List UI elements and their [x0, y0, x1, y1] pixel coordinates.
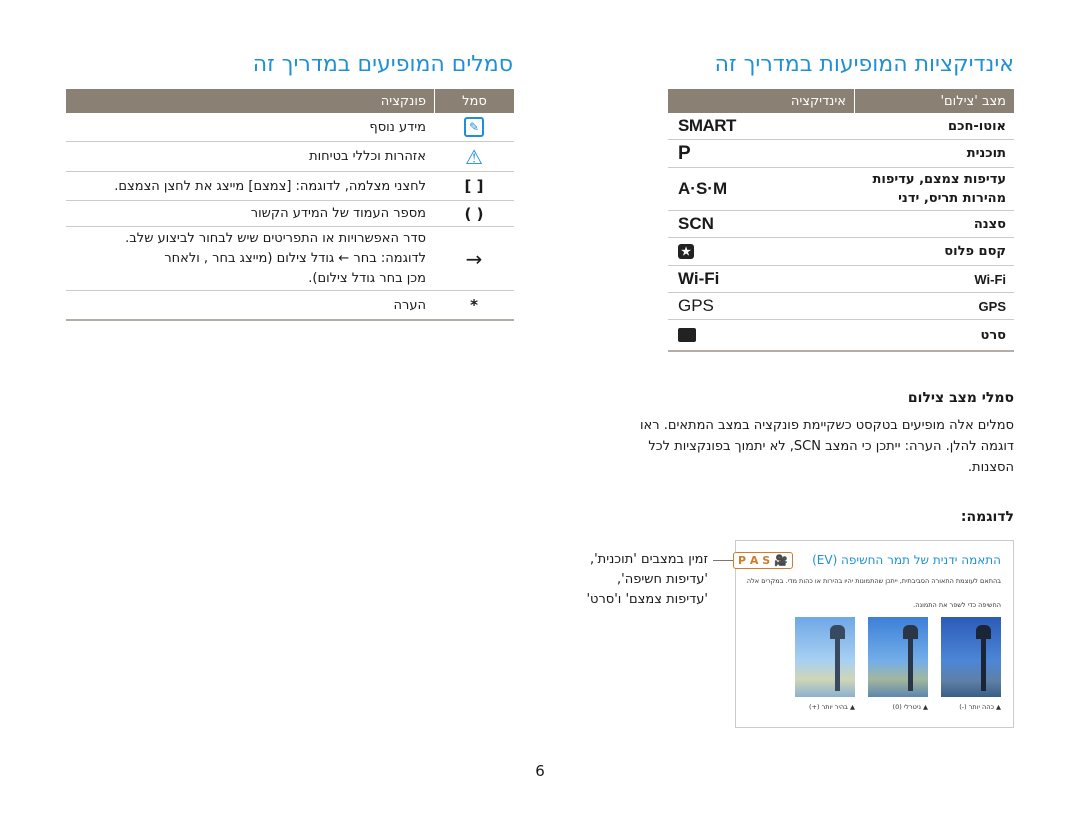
photo-dark [941, 617, 1001, 697]
mode-badge: P A S 🎥 [733, 552, 793, 569]
mode-cell: קסם פלוס [944, 244, 1006, 259]
mode-line-2: מהירות תריס, ידני [898, 191, 1006, 206]
smart-indicator: SMART [678, 116, 736, 135]
para-line-1: סמלים אלה מופיעים בטקסט כשקיימת פונקציה … [640, 418, 1014, 433]
function-desc: מספר העמוד של המידע הקשור [250, 206, 426, 221]
asm-indicator: A·S·M [678, 179, 728, 198]
p-indicator: P [678, 142, 691, 164]
table-row: * הערה [66, 291, 514, 319]
example-availability: זמין במצבים 'תוכנית', 'עדיפות חשיפה', 'ע… [586, 550, 708, 610]
desc-line-3: מכן בחר גודל צילום). [308, 270, 426, 286]
table-row: סצנה SCN [668, 211, 1014, 238]
table-row: ✎ מידע נוסף [66, 113, 514, 142]
right-section-title: אינדיקציות המופיעות במדריך זה [714, 52, 1014, 77]
indicator-table: מצב 'צילום' אינדיקציה אוטו-חכם SMART תוכ… [668, 89, 1014, 352]
symbol-table-header: סמל פונקציה [66, 89, 514, 113]
table-row: ( ) מספר העמוד של המידע הקשור [66, 201, 514, 227]
desc-line-2: לדוגמה: בחר ← גודל צילום (מייצג בחר , ול… [164, 250, 426, 266]
function-desc: סדר האפשרויות או התפריטים שיש לבחור לביצ… [66, 229, 434, 289]
para-line-2: דוגמה להלן. הערה: ייתכן כי המצב SCN, לא … [648, 439, 1014, 454]
para-line-3: הסצנות. [967, 460, 1014, 475]
table-row: GPS GPS [668, 293, 1014, 320]
function-desc: אזהרות וכללי בטיחות [309, 149, 426, 164]
note-icon: ✎ [434, 117, 514, 137]
desc-line-1: סדר האפשרויות או התפריטים שיש לבחור לביצ… [125, 230, 426, 246]
table-row: תוכנית P [668, 140, 1014, 168]
table-row: קסם פלוס ★ [668, 238, 1014, 266]
table-row: סרט [668, 320, 1014, 350]
photo-label-bright: ▲ בהיר יותר (+) [808, 703, 855, 711]
mode-icons-paragraph: סמלים אלה מופיעים בטקסט כשקיימת פונקציה … [554, 415, 1014, 478]
magic-plus-icon: ★ [668, 244, 854, 259]
warning-triangle-icon: ⚠ [465, 144, 483, 169]
symbol-table: סמל פונקציה ✎ מידע נוסף ⚠ אזהרות וכללי ב… [66, 89, 514, 321]
mode-cell: עדיפות צמצם, עדיפות מהירות תריס, ידני [854, 170, 1014, 208]
table-row: עדיפות צמצם, עדיפות מהירות תריס, ידני A·… [668, 168, 1014, 211]
movie-icon [668, 328, 854, 342]
availability-line-2: 'עדיפות חשיפה', [617, 572, 708, 587]
photo-neutral [868, 617, 928, 697]
mode-cell: סרט [980, 327, 1007, 343]
function-desc: מידע נוסף [369, 119, 426, 135]
parenthesis-symbol: ( ) [464, 204, 484, 223]
star-icon: ★ [678, 244, 694, 259]
photo-label-dark: ▲ כהה יותר (-) [959, 703, 1001, 711]
table-row: ⚠ אזהרות וכללי בטיחות [66, 142, 514, 172]
header-indicator: אינדיקציה [790, 93, 846, 109]
scn-indicator: SCN [678, 214, 714, 233]
wifi-indicator: Wi-Fi [678, 269, 720, 288]
gps-indicator: GPS [678, 296, 714, 315]
photo-bright [795, 617, 855, 697]
function-desc: הערה [393, 297, 426, 313]
movie-camera-icon [678, 328, 696, 342]
table-row: [ ] לחצני מצלמה, לדוגמה: [צמצם] מייצג את… [66, 172, 514, 201]
table-row: אוטו-חכם SMART [668, 113, 1014, 140]
pencil-icon: ✎ [464, 117, 484, 137]
left-section-title: סמלים המופיעים במדריך זה [252, 52, 513, 77]
availability-line-3: 'עדיפות צמצם' ו'סרט' [586, 592, 708, 607]
connector-line [713, 560, 733, 561]
mode-cell: אוטו-חכם [948, 118, 1006, 134]
page-number: 6 [535, 762, 545, 780]
bracket-symbol: [ ] [464, 177, 484, 195]
photo-label-neutral: ▲ ניטרלי (0) [892, 703, 928, 711]
mode-cell: תוכנית [966, 146, 1006, 161]
mode-icons-heading: סמלי מצב צילום [907, 390, 1014, 406]
function-desc: לחצני מצלמה, לדוגמה: [צמצם] מייצג את לחצ… [114, 178, 426, 194]
asterisk-symbol: * [470, 296, 478, 314]
header-function: פונקציה [380, 93, 426, 109]
example-small-line-1: בהתאם לעוצמת התאורה הסביבתית, ייתכן שהתמ… [746, 577, 1001, 585]
example-small-line-2: החשיפה כדי לשפר את התמונה. [913, 601, 1001, 609]
mode-cell: סצנה [973, 216, 1006, 232]
availability-line-1: זמין במצבים 'תוכנית', [589, 552, 708, 567]
mode-cell: Wi-Fi [974, 271, 1006, 287]
header-symbol: סמל [434, 89, 514, 113]
warning-icon: ⚠ [434, 145, 514, 169]
example-heading: לדוגמה: [960, 509, 1014, 525]
mode-line-1: עדיפות צמצם, עדיפות [872, 172, 1006, 187]
indicator-table-header: מצב 'צילום' אינדיקציה [668, 89, 1014, 113]
example-caption-title: התאמה ידנית של תמר החשיפה (EV) [812, 553, 1001, 567]
mode-cell: GPS [978, 298, 1006, 314]
header-mode: מצב 'צילום' [854, 89, 1014, 113]
table-row: Wi-Fi Wi-Fi [668, 266, 1014, 293]
table-row: → סדר האפשרויות או התפריטים שיש לבחור לב… [66, 227, 514, 291]
arrow-icon: → [465, 246, 483, 271]
